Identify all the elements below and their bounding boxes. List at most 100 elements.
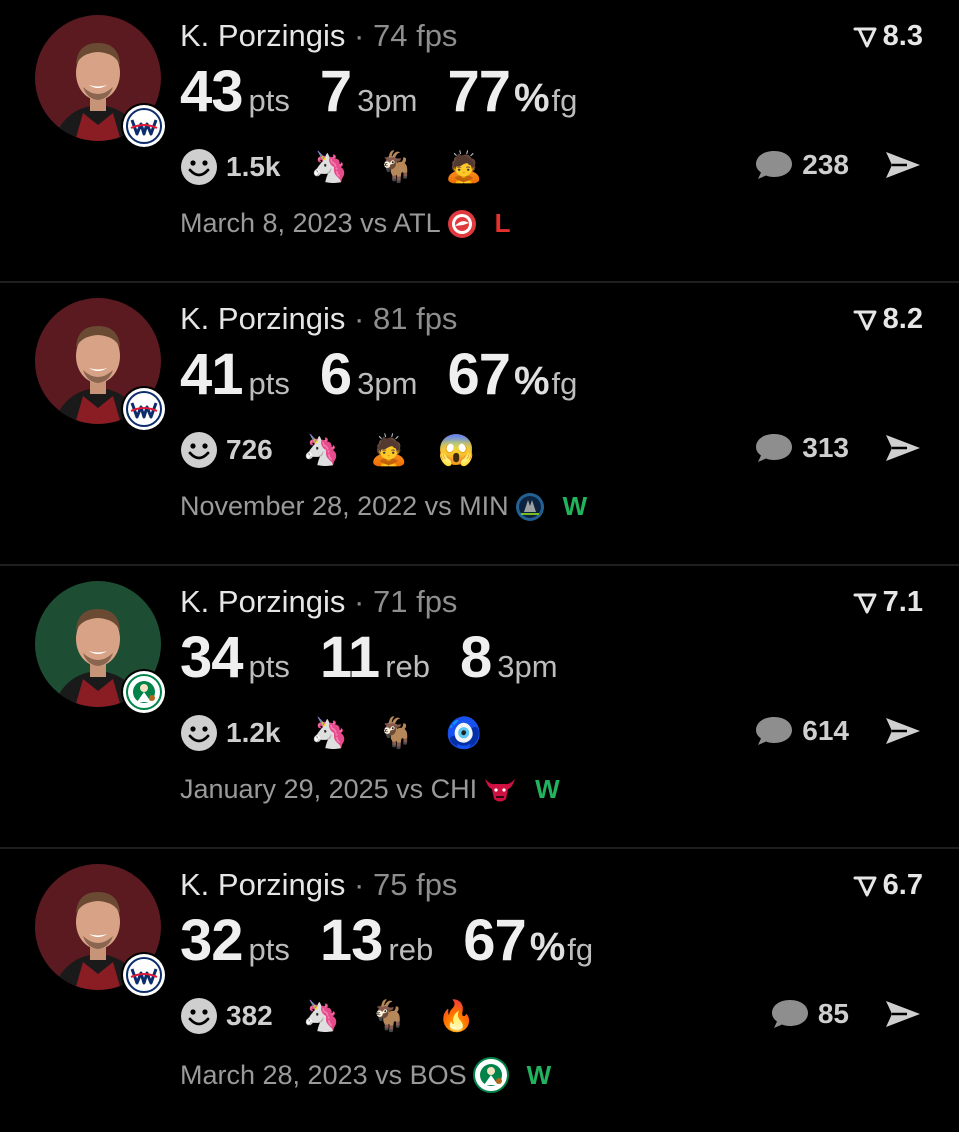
rating-vee-icon [853, 27, 877, 47]
share-send-icon[interactable] [883, 997, 923, 1031]
stat-pts: 34 pts [180, 624, 290, 691]
reaction-emoji-icon[interactable]: 🧿 [445, 716, 482, 751]
player-name[interactable]: K. Porzingis [180, 584, 345, 619]
rating-value: 8.2 [882, 303, 923, 335]
bulls-logo-icon [483, 775, 517, 805]
stat-unit: 3pm [357, 366, 418, 401]
reactions[interactable]: 382 🦄 🐐 🔥 [180, 997, 475, 1035]
comment-bubble-icon[interactable] [770, 997, 810, 1031]
player-name[interactable]: K. Porzingis [180, 18, 345, 53]
stat-unit: reb [388, 932, 434, 967]
reaction-emoji-icon[interactable]: 🙇 [370, 433, 407, 468]
game-feed: K. Porzingis · 74 fps 8.3 43 pts 7 3pm 77% fg… [0, 0, 959, 1132]
celtics-logo-icon [126, 674, 162, 710]
game-date: March 28, 2023 vs BOS [180, 1059, 467, 1090]
game-date: January 29, 2025 vs CHI [180, 774, 478, 804]
player-name[interactable]: K. Porzingis [180, 867, 345, 902]
reaction-emoji-icon[interactable]: 🐐 [378, 716, 415, 751]
reaction-emoji-icon[interactable]: 🔥 [437, 999, 474, 1034]
share-send-icon[interactable] [883, 714, 923, 748]
reaction-emoji-icon[interactable]: 🦄 [311, 716, 348, 751]
reactions[interactable]: 1.5k 🦄 🐐 🙇 [180, 148, 483, 186]
game-meta[interactable]: March 28, 2023 vs BOS W [180, 1057, 551, 1093]
stat-unit: pts [248, 83, 290, 118]
stat-value: 32 [180, 908, 244, 973]
share-send-icon[interactable] [883, 431, 923, 465]
player-avatar[interactable] [35, 298, 165, 430]
player-avatar[interactable] [35, 864, 165, 996]
player-avatar[interactable] [35, 581, 165, 713]
stat-3pm: 7 3pm [320, 58, 418, 125]
reaction-emoji-icon[interactable]: 😱 [437, 433, 474, 468]
game-meta[interactable]: November 28, 2022 vs MIN W [180, 491, 587, 522]
smiley-reaction-icon[interactable] [180, 714, 218, 752]
stat-value: 34 [180, 625, 244, 690]
reaction-emoji-icon[interactable]: 🦄 [311, 150, 348, 185]
game-card[interactable]: K. Porzingis · 71 fps 7.1 34 pts 11 reb 8 3pm… [0, 566, 959, 849]
wizards-logo-icon [126, 391, 162, 427]
stat-value: 8 [460, 625, 492, 690]
stat-fg: 67% fg [447, 341, 577, 408]
game-result: L [494, 208, 511, 238]
reactions[interactable]: 1.2k 🦄 🐐 🧿 [180, 714, 483, 752]
game-meta[interactable]: March 8, 2023 vs ATL L [180, 208, 511, 239]
comment-bubble-icon[interactable] [754, 431, 794, 465]
stat-unit: 3pm [497, 649, 558, 684]
timberwolves-logo-icon [515, 492, 545, 522]
card-header: K. Porzingis · 74 fps [180, 18, 457, 54]
stat-3pm: 6 3pm [320, 341, 418, 408]
reaction-emoji-icon[interactable]: 🙇 [445, 150, 482, 185]
rating-value: 8.3 [882, 20, 923, 52]
rating-vee-icon [853, 593, 877, 613]
team-logo [123, 954, 165, 996]
game-card[interactable]: K. Porzingis · 74 fps 8.3 43 pts 7 3pm 77% fg… [0, 0, 959, 283]
reaction-emoji-icon[interactable]: 🦄 [303, 433, 340, 468]
game-result: W [535, 774, 560, 804]
player-avatar[interactable] [35, 15, 165, 147]
stat-value: 43 [180, 59, 244, 124]
stat-pts: 32 pts [180, 907, 290, 974]
smiley-reaction-icon[interactable] [180, 431, 218, 469]
comment-count: 85 [817, 998, 849, 1029]
stat-percent-sign: % [513, 359, 550, 403]
rating-vee-icon [853, 310, 877, 330]
reactions[interactable]: 726 🦄 🙇 😱 [180, 431, 475, 469]
smiley-reaction-icon[interactable] [180, 148, 218, 186]
stat-value: 67 [447, 342, 511, 407]
comment-bubble-icon[interactable] [754, 148, 794, 182]
stat-unit: pts [248, 366, 290, 401]
team-logo [123, 671, 165, 713]
player-name[interactable]: K. Porzingis [180, 301, 345, 336]
card-actions: 614 [754, 714, 923, 748]
comment-bubble-icon[interactable] [754, 714, 794, 748]
game-meta[interactable]: January 29, 2025 vs CHI W [180, 774, 560, 805]
fps-value: 71 fps [372, 584, 458, 619]
stat-value: 6 [319, 342, 352, 407]
opponent-logo [447, 209, 477, 239]
opponent-logo [483, 775, 517, 805]
card-header: K. Porzingis · 71 fps [180, 584, 457, 620]
stat-unit: pts [248, 932, 290, 967]
stat-unit: fg [551, 366, 578, 401]
rating: 7.1 [853, 586, 923, 619]
opponent-logo [472, 1057, 509, 1093]
card-header: K. Porzingis · 81 fps [180, 301, 457, 337]
game-card[interactable]: K. Porzingis · 75 fps 6.7 32 pts 13 reb 67% f… [0, 849, 959, 1132]
reaction-count: 1.2k [226, 717, 281, 748]
reaction-emoji-icon[interactable]: 🐐 [378, 150, 415, 185]
comment-count: 614 [802, 715, 849, 746]
rating: 6.7 [853, 869, 923, 902]
card-header: K. Porzingis · 75 fps [180, 867, 457, 903]
separator: · [354, 301, 365, 336]
stat-line: 41 pts 6 3pm 67% fg [180, 341, 607, 408]
stat-unit: fg [567, 932, 594, 967]
stat-value: 77 [447, 59, 511, 124]
share-send-icon[interactable] [883, 148, 923, 182]
reaction-emoji-icon[interactable]: 🐐 [370, 999, 407, 1034]
reaction-emoji-icon[interactable]: 🦄 [303, 999, 340, 1034]
stat-unit: fg [551, 83, 578, 118]
game-card[interactable]: K. Porzingis · 81 fps 8.2 41 pts 6 3pm 67% fg… [0, 283, 959, 566]
smiley-reaction-icon[interactable] [180, 997, 218, 1035]
wizards-logo-icon [126, 957, 162, 993]
stat-value: 11 [319, 625, 380, 690]
